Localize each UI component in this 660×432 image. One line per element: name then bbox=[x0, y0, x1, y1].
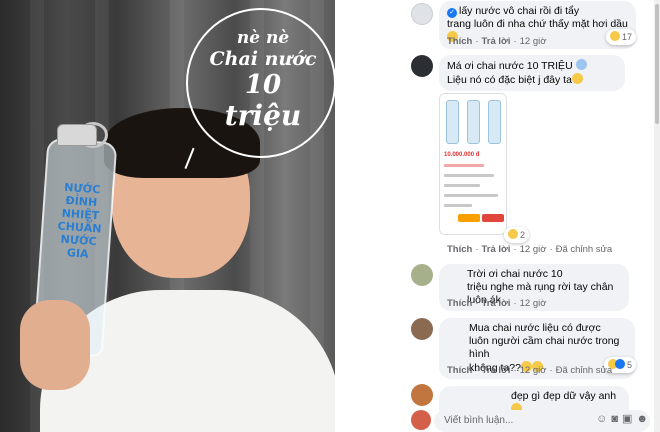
post-photo[interactable]: NƯỚC ĐỈNH NHIỆT CHUẨN NƯỚC GIA nè nè Cha… bbox=[0, 0, 335, 432]
comment-text: Má ơi chai nước 10 TRIỆU bbox=[447, 60, 573, 72]
bottle-cap bbox=[57, 124, 97, 146]
current-user-avatar[interactable] bbox=[411, 410, 431, 430]
comment-timestamp[interactable]: 12 giờ bbox=[520, 298, 547, 309]
comment-text-line: Má ơi chai nước 10 TRIỆU bbox=[447, 59, 617, 73]
bubble-line: 10 bbox=[244, 70, 282, 100]
comment-actions: Thích · Trả lời · 12 giờ · Đã chỉnh sửa bbox=[447, 244, 613, 255]
comment-composer: Viết bình luận... ☺ ◙ ▣ ☻ bbox=[404, 408, 656, 432]
comment-text: luôn người cầm chai nước trong hình bbox=[469, 335, 620, 360]
comment-text: Liệu nó có đặc biệt j đây ta bbox=[447, 74, 572, 86]
reaction-count[interactable]: 17 bbox=[606, 29, 637, 45]
like-reaction-icon bbox=[615, 359, 625, 369]
attachment-line bbox=[444, 204, 472, 207]
attachment-line bbox=[444, 194, 498, 197]
bubble-line: Chai nước bbox=[209, 48, 317, 70]
like-link[interactable]: Thích bbox=[447, 36, 472, 47]
attachment-bottle bbox=[446, 100, 459, 144]
reaction-count[interactable]: 2 bbox=[504, 227, 530, 243]
attachment-line bbox=[444, 184, 480, 187]
scream-emoji-icon bbox=[575, 59, 587, 70]
reaction-count-number: 17 bbox=[622, 32, 633, 42]
bubble-line: nè nè bbox=[236, 28, 290, 48]
attachment-line bbox=[444, 174, 494, 177]
comment-timestamp[interactable]: 12 giờ bbox=[520, 365, 547, 376]
comment-bubble: Má ơi chai nước 10 TRIỆU Liệu nó có đặc … bbox=[439, 55, 625, 91]
scrollbar-thumb[interactable] bbox=[655, 4, 659, 124]
comment-text: Trời ơi chai nước 10 bbox=[467, 268, 563, 280]
comment-text-line: Liệu nó có đặc biệt j đây ta bbox=[447, 73, 617, 87]
verified-check-icon: ✓ bbox=[447, 8, 457, 18]
comment-image-attachment[interactable]: 10.000.000 đ bbox=[439, 93, 507, 235]
like-link[interactable]: Thích bbox=[447, 244, 472, 255]
comment-text-line: ✓ lấy nước vô chai rồi đi tẩy bbox=[447, 5, 628, 18]
reply-link[interactable]: Trả lời bbox=[482, 244, 511, 255]
emoji-icon[interactable]: ☺ bbox=[596, 413, 607, 425]
reply-link[interactable]: Trả lời bbox=[482, 365, 511, 376]
avatar[interactable] bbox=[411, 3, 433, 25]
gif-icon[interactable]: ▣ bbox=[622, 413, 632, 425]
attachment-bottle bbox=[467, 100, 480, 144]
bubble-line: triệu bbox=[224, 99, 302, 132]
comment-text: Mua chai nước liệu có được bbox=[469, 322, 601, 334]
photo-gap bbox=[335, 0, 404, 432]
reply-link[interactable]: Trả lời bbox=[482, 298, 511, 309]
reaction-count-number: 5 bbox=[627, 360, 633, 370]
avatar[interactable] bbox=[411, 264, 433, 286]
speech-bubble-text: nè nè Chai nước 10 triệu bbox=[196, 28, 330, 132]
edited-label[interactable]: Đã chỉnh sửa bbox=[556, 244, 613, 255]
comment-timestamp[interactable]: 12 giờ bbox=[520, 244, 547, 255]
comment-actions: Thích · Trả lời · 12 giờ · Đã chỉnh sửa bbox=[447, 365, 613, 376]
comment-text: lấy nước vô chai rồi đi tẩy bbox=[459, 5, 580, 17]
camera-icon[interactable]: ◙ bbox=[611, 413, 618, 425]
comment-timestamp[interactable]: 12 giờ bbox=[520, 36, 547, 47]
comment-actions: Thích · Trả lời · 12 giờ bbox=[447, 36, 547, 47]
attachment-button bbox=[458, 214, 480, 222]
attachment-bottle bbox=[488, 100, 501, 144]
attachment-price: 10.000.000 đ bbox=[444, 152, 480, 158]
like-link[interactable]: Thích bbox=[447, 365, 472, 376]
reply-link[interactable]: Trả lời bbox=[482, 36, 511, 47]
bottle-label: NƯỚC ĐỈNH NHIỆT CHUẨN NƯỚC GIA bbox=[47, 180, 112, 262]
edited-label[interactable]: Đã chỉnh sửa bbox=[556, 365, 613, 376]
person-hand bbox=[20, 300, 90, 390]
haha-reaction-icon bbox=[508, 229, 518, 239]
like-link[interactable]: Thích bbox=[447, 298, 472, 309]
avatar[interactable] bbox=[411, 384, 433, 406]
attachment-line bbox=[444, 164, 484, 167]
comment-actions: Thích · Trả lời · 12 giờ bbox=[447, 298, 547, 309]
comment-text: đẹp gì đẹp dữ vậy anh bbox=[511, 390, 617, 402]
haha-reaction-icon bbox=[610, 31, 620, 41]
comment-text: trang luôn đi nha chứ thấy mặt hơi dầu bbox=[447, 18, 628, 30]
smirk-emoji-icon bbox=[571, 73, 583, 84]
sticker-icon[interactable]: ☻ bbox=[636, 413, 648, 425]
avatar[interactable] bbox=[411, 318, 433, 340]
composer-icon-group: ☺ ◙ ▣ ☻ bbox=[592, 408, 648, 430]
reaction-count-number: 2 bbox=[520, 230, 526, 240]
avatar[interactable] bbox=[411, 55, 433, 77]
attachment-button bbox=[482, 214, 504, 222]
